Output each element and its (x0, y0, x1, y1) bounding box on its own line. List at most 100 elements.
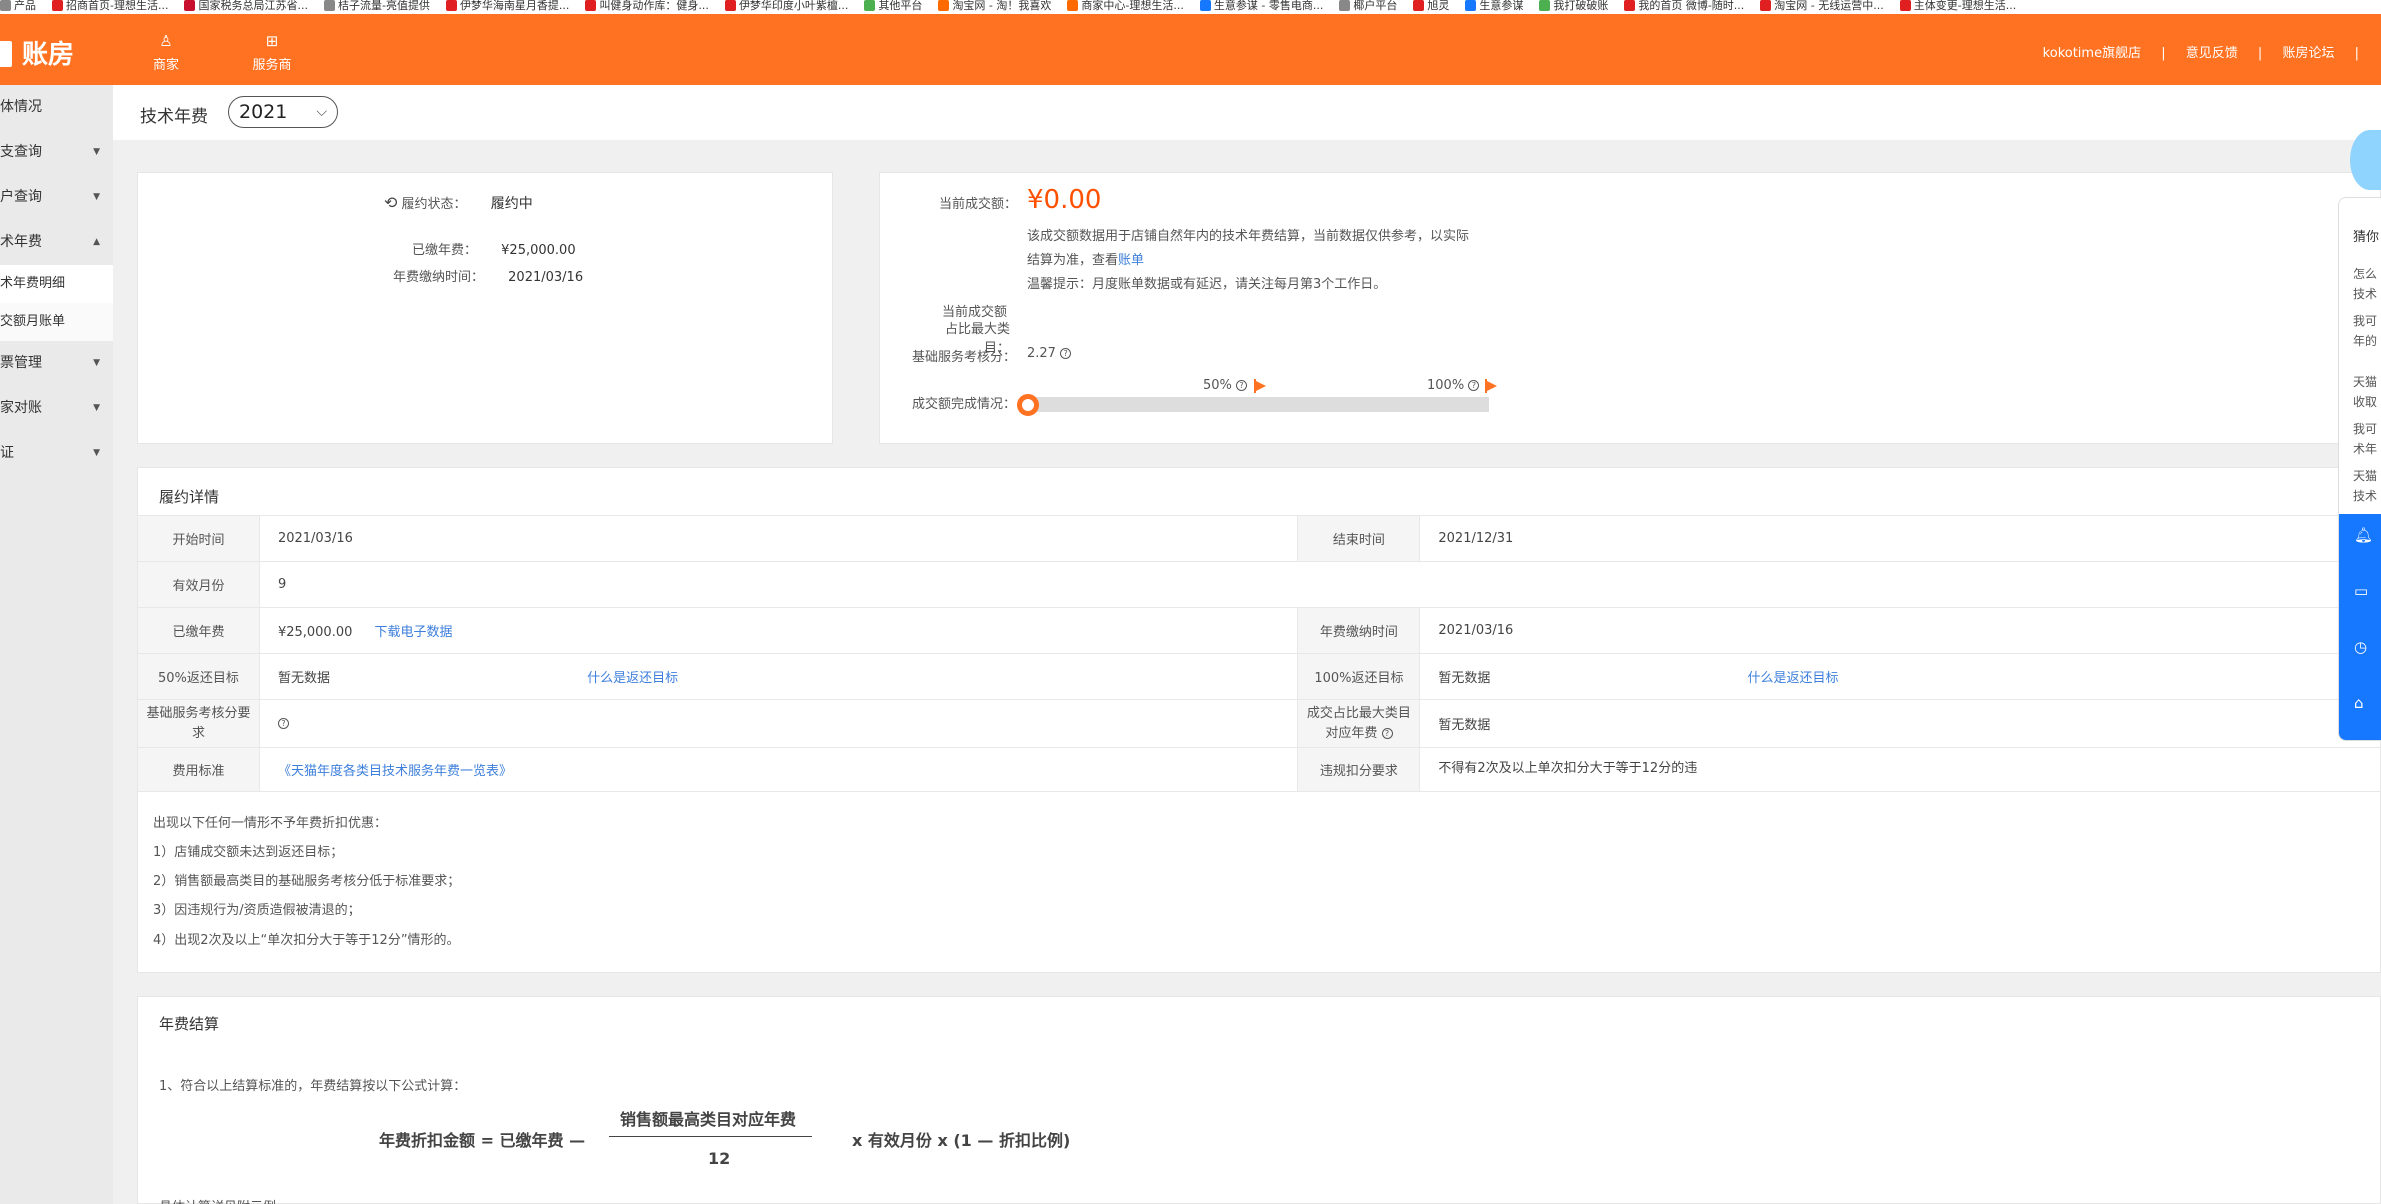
nav-service-provider[interactable]: ⊞ 服务商 (242, 32, 302, 73)
assistant-question[interactable]: 天猫 (2339, 457, 2381, 484)
forum-link[interactable]: 账房论坛 (2282, 46, 2334, 61)
progress-label: 成交额完成情况： (912, 397, 1017, 412)
help-icon[interactable]: ? (1381, 727, 1393, 739)
bell-icon[interactable]: 🔔︎ (2354, 526, 2373, 544)
download-data-link[interactable]: 下载电子数据 (375, 625, 453, 640)
bookmark-item[interactable]: 伊梦华印度小叶紫檀... (724, 0, 848, 12)
cell-label: 开始时间 (137, 515, 260, 562)
logo-icon (0, 41, 12, 67)
return-target-help-link[interactable]: 什么是返还目标 (587, 671, 678, 686)
sidebar-item-tech-fee[interactable]: 术年费 ▲ (0, 220, 113, 265)
status-row: ⟲ 履约状态： 履约中 (384, 193, 533, 212)
flag-100-icon (1485, 378, 1497, 393)
score-label: 基础服务考核分： (912, 350, 1017, 365)
note-item: 3）因违规行为/资质造假被清退的； (153, 903, 361, 918)
bookmark-favicon-icon (1339, 0, 1351, 11)
bookmark-favicon-icon (1413, 0, 1425, 11)
table-row: 50%返还目标 暂无数据 什么是返还目标 100%返还目标 暂无数据 什么是返还… (137, 653, 2381, 700)
sidebar-item-account-query[interactable]: 户查询 ▼ (0, 175, 113, 220)
bookmark-item[interactable]: 伊梦华海南星月香提... (445, 0, 569, 12)
return-target-help-link[interactable]: 什么是返还目标 (1748, 671, 1839, 686)
sidebar-item-overview[interactable]: 体情况 (0, 85, 113, 130)
chat-icon[interactable]: ▭ (2354, 582, 2368, 600)
help-icon[interactable]: ? (277, 718, 289, 729)
bookmark-item[interactable]: 桔子流量-亮值提供 (323, 0, 430, 12)
bookmark-item[interactable]: 产品 (0, 0, 36, 12)
bookmark-favicon-icon (1199, 0, 1211, 11)
assistant-question[interactable]: 我可 (2339, 410, 2381, 437)
cell-value: 2021/03/16 (1419, 607, 2381, 654)
divider: | (2161, 46, 2166, 61)
bookmark-favicon-icon (184, 0, 196, 11)
cell-value: 不得有2次及以上单次扣分大于等于12分的违规 (1419, 747, 2381, 792)
sales-progress-track (1027, 397, 1489, 412)
home-icon[interactable]: ⌂ (2354, 694, 2364, 712)
bookmark-item[interactable]: 旭灵 (1413, 0, 1449, 12)
caret-down-icon: ▼ (93, 358, 100, 368)
desc-line-1: 该成交额数据用于店铺自然年内的技术年费结算，当前数据仅供参考，以实际 (1027, 229, 1470, 244)
sidebar-item-reconciliation[interactable]: 家对账 ▼ (0, 386, 113, 431)
fraction-line (609, 1136, 812, 1137)
nav-merchant[interactable]: ♙ 商家 (136, 32, 196, 73)
clock-icon[interactable]: ◷ (2354, 638, 2367, 656)
sidebar-sub-monthly-bill[interactable]: 交额月账单 (0, 303, 113, 341)
bookmark-item[interactable]: 其他平台 (864, 0, 922, 12)
bookmark-item[interactable]: 淘宝网 - 淘！我喜欢 (938, 0, 1051, 12)
bookmark-item[interactable]: 我的首页 微博-随时... (1624, 0, 1744, 12)
sidebar-item-invoice[interactable]: 票管理 ▼ (0, 341, 113, 386)
nav-merchant-label: 商家 (152, 58, 179, 73)
app-logo[interactable]: 账房 (0, 34, 74, 71)
settlement-more: 具体计算详见附示例 (159, 1196, 276, 1204)
bookmark-item[interactable]: 生意参谋 (1465, 0, 1523, 12)
cell-label: 有效月份 (137, 561, 260, 608)
paid-value: ¥25,000.00 (501, 243, 576, 258)
marker-50-label: 50% (1203, 378, 1232, 393)
paid-row: 已缴年费： ¥25,000.00 (412, 243, 576, 258)
bookmark-favicon-icon (938, 0, 950, 11)
desc-line-2: 结算为准，查看账单 (1027, 253, 1145, 268)
sidebar-item-certificate[interactable]: 证 ▼ (0, 431, 113, 476)
help-icon[interactable]: ? (1236, 380, 1248, 391)
cell-value: 暂无数据 (1419, 699, 2381, 748)
bookmark-item[interactable]: 招商首页-理想生活... (52, 0, 168, 12)
assistant-question[interactable]: 我可 (2339, 302, 2381, 329)
bookmark-favicon-icon (724, 0, 736, 11)
sidebar-item-income-query[interactable]: 支查询 ▼ (0, 130, 113, 175)
grid-icon: ⊞ (265, 32, 279, 50)
table-row: 已缴年费 ¥25,000.00 下载电子数据 年费缴纳时间 2021/03/16 (137, 607, 2381, 654)
help-icon[interactable]: ? (1060, 348, 1072, 359)
bookmark-item[interactable]: 生意参谋 - 零售电商... (1199, 0, 1323, 12)
bookmark-item[interactable]: 国家税务总局江苏省... (184, 0, 308, 12)
person-icon: ♙ (159, 32, 173, 50)
paid-time-value: 2021/03/16 (508, 270, 584, 285)
bookmark-item[interactable]: 我打破破账 (1539, 0, 1608, 12)
sidebar-sub-tech-fee-detail[interactable]: 术年费明细 (0, 265, 113, 303)
assistant-question[interactable]: 天猫 (2339, 349, 2381, 390)
bookmark-item[interactable]: 主体变更-理想生活... (1899, 0, 2016, 12)
year-select[interactable]: 2021 ⌵ (228, 96, 338, 128)
cell-label: 已缴年费 (137, 607, 260, 654)
bill-link[interactable]: 账单 (1118, 253, 1144, 268)
bookmark-item[interactable]: 叫健身动作库：健身... (585, 0, 709, 12)
help-icon[interactable]: ? (1468, 380, 1480, 391)
formula-denominator: 12 (708, 1149, 731, 1168)
status-value: 履约中 (490, 196, 533, 212)
divider: | (2354, 46, 2359, 61)
feedback-link[interactable]: 意见反馈 (2186, 46, 2238, 61)
formula-left: 年费折扣金额 = 已缴年费 — (379, 1131, 586, 1150)
caret-down-icon: ▼ (93, 192, 100, 202)
caret-down-icon: ▼ (93, 403, 100, 413)
fee-standard-link[interactable]: 《天猫年度各类目技术服务年费一览表》 (278, 764, 512, 779)
bookmark-item[interactable]: 椰户平台 (1339, 0, 1397, 12)
assistant-question: 术年 (2353, 442, 2378, 456)
shop-name-link[interactable]: kokotime旗舰店 (2043, 46, 2141, 61)
cell-label: 违规扣分要求 (1297, 747, 1421, 792)
bookmark-item[interactable]: 商家中心-理想生活... (1067, 0, 1184, 12)
bookmark-favicon-icon (1465, 0, 1477, 11)
assistant-question: 技术 (2353, 489, 2378, 503)
bookmark-item[interactable]: 淘宝网 - 无线运营中... (1760, 0, 1884, 12)
assistant-question: 年的 (2353, 334, 2378, 348)
bookmark-favicon-icon (445, 0, 457, 11)
bookmark-favicon-icon (1760, 0, 1772, 11)
assistant-question[interactable]: 怎么 (2339, 245, 2381, 282)
